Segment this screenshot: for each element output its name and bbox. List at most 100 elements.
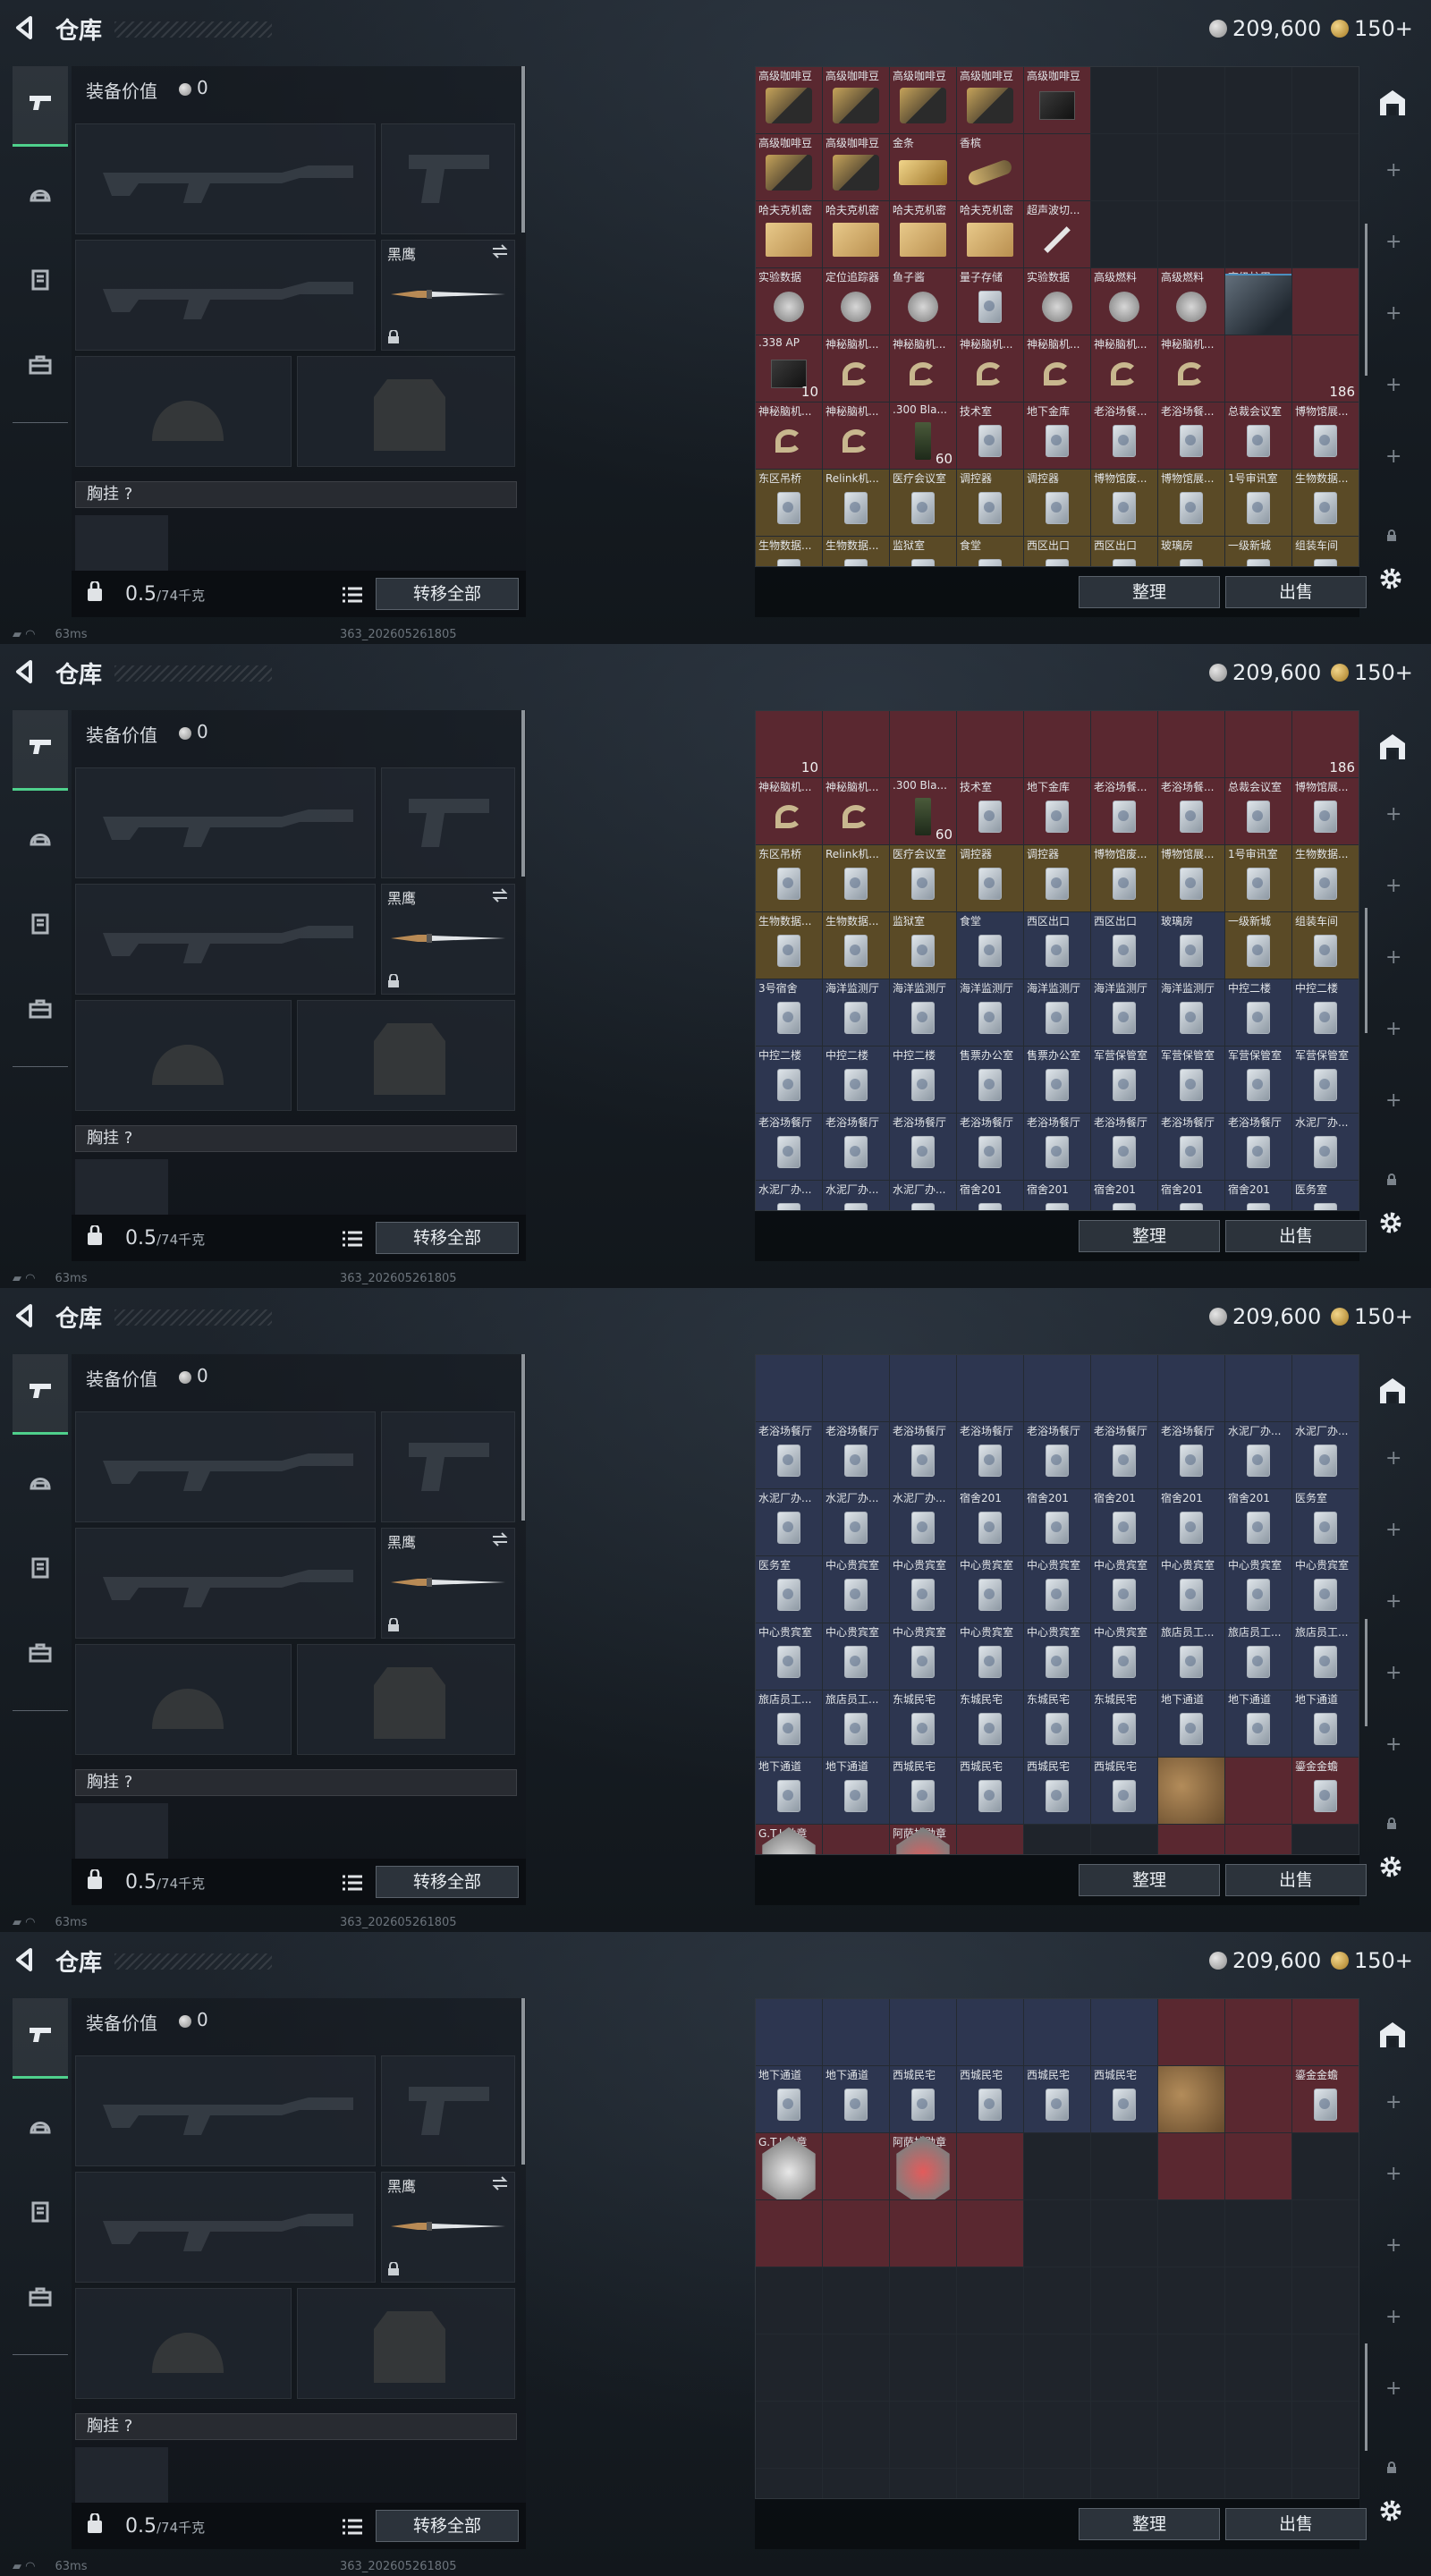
storage-item[interactable]: 神秘脑机...: [823, 335, 889, 402]
storage-item[interactable]: 调控器: [957, 470, 1023, 536]
storage-item[interactable]: 中心贵宾室: [823, 1556, 889, 1623]
storage-item[interactable]: 东城民宅: [1091, 1690, 1157, 1757]
storage-item[interactable]: 总裁会议室: [1225, 778, 1291, 844]
nav-helmet[interactable]: [13, 1444, 68, 1524]
add-storage-tab-1[interactable]: +: [1385, 159, 1401, 182]
storage-item[interactable]: 海洋监测厅: [1091, 979, 1157, 1046]
melee-slot[interactable]: 黑鹰: [381, 240, 515, 351]
nav-helmet[interactable]: [13, 156, 68, 236]
back-icon[interactable]: [13, 14, 38, 41]
storage-item[interactable]: 生物数据...: [756, 537, 822, 566]
storage-item[interactable]: 阿萨拉勋章: [890, 2133, 956, 2199]
storage-item[interactable]: 西城民宅: [890, 2066, 956, 2132]
storage-item[interactable]: 海洋监测厅: [890, 979, 956, 1046]
storage-item[interactable]: 神秘脑机...: [890, 335, 956, 402]
storage-item[interactable]: 地下金库: [1024, 778, 1090, 844]
sort-button[interactable]: 整理: [1079, 1864, 1220, 1896]
nav-weapons[interactable]: [13, 710, 68, 791]
silver-currency[interactable]: 209,600: [1209, 660, 1321, 685]
storage-item[interactable]: 中心贵宾室: [1024, 1623, 1090, 1690]
storage-item[interactable]: 鎏金金蟾: [1292, 2066, 1359, 2132]
storage-item[interactable]: Relink机...: [823, 470, 889, 536]
armor-slot[interactable]: [297, 1644, 515, 1755]
nav-helmet[interactable]: [13, 800, 68, 880]
secondary-weapon-slot[interactable]: [75, 240, 376, 351]
sidearm-slot[interactable]: [381, 2055, 515, 2166]
settings-gear-icon[interactable]: [1377, 1853, 1404, 1880]
helmet-slot[interactable]: [75, 356, 292, 467]
storage-item[interactable]: 东区吊桥: [756, 470, 822, 536]
storage-item[interactable]: 军营保管室: [1158, 1046, 1224, 1113]
storage-item[interactable]: 宿舍201: [1024, 1181, 1090, 1210]
nav-backpack[interactable]: [13, 2259, 68, 2340]
storage-item[interactable]: 医疗会议室: [890, 470, 956, 536]
storage-item[interactable]: 宿舍201: [1225, 1181, 1291, 1210]
storage-item[interactable]: 军营保管室: [1292, 1046, 1359, 1113]
storage-item[interactable]: 中心贵宾室: [957, 1556, 1023, 1623]
sort-button[interactable]: 整理: [1079, 2508, 1220, 2540]
storage-item[interactable]: 老浴场餐厅: [1091, 1114, 1157, 1180]
add-storage-tab-4[interactable]: +: [1385, 374, 1401, 396]
storage-item[interactable]: .300 Bla... 60: [890, 402, 956, 469]
storage-item[interactable]: 地下通道: [1158, 1690, 1224, 1757]
storage-item[interactable]: 老浴场餐厅: [957, 1422, 1023, 1488]
back-icon[interactable]: [13, 658, 38, 685]
storage-item[interactable]: 定位追踪器: [823, 268, 889, 335]
storage-item[interactable]: 高级咖啡豆: [1024, 67, 1090, 133]
swap-icon[interactable]: [491, 244, 509, 258]
sidearm-slot[interactable]: [381, 123, 515, 234]
swap-icon[interactable]: [491, 888, 509, 902]
sidearm-slot[interactable]: [381, 1411, 515, 1522]
sidearm-slot[interactable]: [381, 767, 515, 878]
storage-item[interactable]: 实验数据: [756, 268, 822, 335]
storage-item[interactable]: 中控二楼: [890, 1046, 956, 1113]
storage-item[interactable]: 水泥厂办...: [1225, 1422, 1291, 1488]
storage-item[interactable]: 旅店员工...: [756, 1690, 822, 1757]
storage-item[interactable]: 组装车间: [1292, 912, 1359, 979]
storage-item[interactable]: 哈夫克机密: [823, 201, 889, 267]
chest-rig-slot[interactable]: [75, 2447, 168, 2503]
chest-rig-slot[interactable]: [75, 1803, 168, 1859]
storage-item[interactable]: 医疗会议室: [890, 845, 956, 911]
storage-item[interactable]: 老浴场餐厅: [823, 1422, 889, 1488]
storage-item[interactable]: 旅店员工...: [823, 1690, 889, 1757]
storage-item[interactable]: 博物馆展...: [1158, 470, 1224, 536]
add-storage-tab-2[interactable]: +: [1385, 231, 1401, 253]
storage-item[interactable]: 地下通道: [823, 1758, 889, 1824]
secondary-weapon-slot[interactable]: [75, 1528, 376, 1639]
chest-rig-slot[interactable]: [75, 515, 168, 571]
storage-item[interactable]: 西城民宅: [1091, 2066, 1157, 2132]
storage-item[interactable]: 中心贵宾室: [756, 1623, 822, 1690]
storage-scrollbar[interactable]: [1365, 224, 1367, 376]
storage-item[interactable]: 东城民宅: [1024, 1690, 1090, 1757]
storage-item[interactable]: 监狱室: [890, 537, 956, 566]
add-storage-tab-3[interactable]: +: [1385, 2234, 1401, 2257]
add-storage-tab-1[interactable]: +: [1385, 1447, 1401, 1470]
add-storage-tab-1[interactable]: +: [1385, 2091, 1401, 2114]
storage-item[interactable]: 高级燃料: [1091, 268, 1157, 335]
transfer-all-button[interactable]: 转移全部: [376, 1866, 519, 1898]
storage-item[interactable]: 医务室: [1292, 1489, 1359, 1555]
storage-item[interactable]: 香槟: [957, 134, 1023, 200]
storage-item[interactable]: 玻璃房: [1158, 537, 1224, 566]
storage-item[interactable]: 老浴场餐...: [1158, 402, 1224, 469]
list-icon[interactable]: [343, 1875, 362, 1891]
storage-item[interactable]: 宿舍201: [1091, 1489, 1157, 1555]
storage-vault-icon[interactable]: [1377, 2020, 1408, 2050]
storage-item[interactable]: 高级燃料: [1158, 268, 1224, 335]
add-storage-tab-4[interactable]: +: [1385, 1018, 1401, 1040]
storage-item[interactable]: 调控器: [1024, 845, 1090, 911]
storage-item[interactable]: 水泥厂办...: [890, 1181, 956, 1210]
storage-item[interactable]: 神秘脑机...: [823, 778, 889, 844]
storage-item[interactable]: 西区出口: [1024, 912, 1090, 979]
add-storage-tab-5[interactable]: +: [1385, 1089, 1401, 1112]
silver-currency[interactable]: 209,600: [1209, 16, 1321, 41]
storage-item[interactable]: 西城民宅: [890, 1758, 956, 1824]
storage-item[interactable]: 医务室: [756, 1556, 822, 1623]
transfer-all-button[interactable]: 转移全部: [376, 1222, 519, 1254]
storage-item[interactable]: 中心贵宾室: [890, 1623, 956, 1690]
storage-item[interactable]: 博物馆废...: [1091, 470, 1157, 536]
primary-weapon-slot[interactable]: [75, 767, 376, 878]
storage-item[interactable]: 海洋监测厅: [1024, 979, 1090, 1046]
chest-rig-label[interactable]: 胸挂 ?: [75, 2413, 517, 2440]
